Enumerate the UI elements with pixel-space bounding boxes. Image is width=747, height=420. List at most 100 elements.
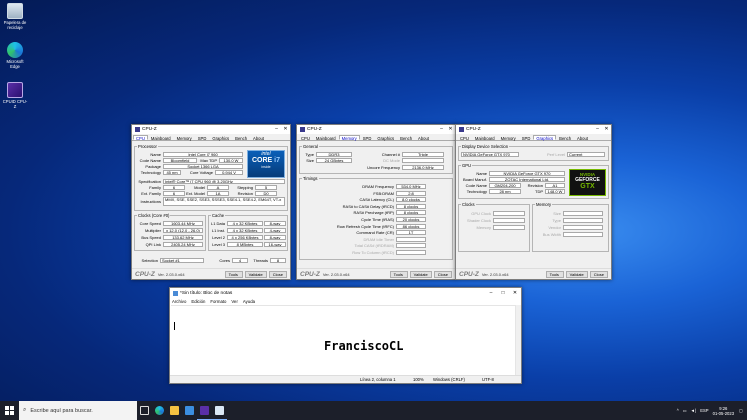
- tab-mainboard[interactable]: Mainboard: [472, 135, 498, 141]
- tools-dropdown[interactable]: Tools: [224, 270, 243, 278]
- tab-spd[interactable]: SPD: [519, 135, 534, 141]
- memory-group: Memory Size Type Vendor Bus Width: [532, 202, 609, 252]
- menu-ayuda[interactable]: Ayuda: [243, 299, 255, 304]
- label: Shader Clock: [466, 218, 491, 223]
- volume-icon[interactable]: ◄): [691, 408, 697, 413]
- cpuz-logo: CPU-Z: [459, 270, 479, 278]
- tab-graphics[interactable]: Graphics: [533, 135, 557, 141]
- minimize-button[interactable]: –: [272, 125, 281, 134]
- network-icon[interactable]: ▭: [683, 408, 687, 413]
- label: Uncore Frequency: [367, 165, 400, 170]
- task-view-button[interactable]: [137, 401, 152, 420]
- tray-chevron-icon[interactable]: ^: [677, 408, 679, 413]
- taskbar-edge[interactable]: [152, 401, 167, 420]
- validate-button[interactable]: Validate: [565, 270, 588, 278]
- language-indicator[interactable]: ESP: [700, 408, 708, 413]
- label: Specification: [138, 179, 161, 184]
- gpu-memory-size-value: [563, 211, 603, 216]
- tab-about[interactable]: About: [250, 135, 267, 141]
- tab-cpu[interactable]: CPU: [133, 135, 148, 141]
- timing-value: [396, 243, 426, 249]
- label: Technology: [140, 170, 161, 175]
- desktop-icon-recycle-bin[interactable]: Papelera de reciclaje: [2, 3, 28, 30]
- close-button[interactable]: Close: [433, 270, 452, 278]
- tab-memory[interactable]: Memory: [338, 135, 360, 141]
- cpuz-app-icon: [459, 127, 464, 132]
- cpuz-app-icon: [135, 127, 140, 132]
- label: QPI Link: [145, 242, 161, 247]
- notifications-icon[interactable]: ▢: [739, 408, 743, 413]
- tools-dropdown[interactable]: Tools: [545, 270, 564, 278]
- vertical-scrollbar[interactable]: [515, 305, 521, 375]
- label: Multiplier: [144, 228, 161, 233]
- tab-cpu[interactable]: CPU: [298, 135, 313, 141]
- validate-button[interactable]: Validate: [244, 270, 267, 278]
- tools-dropdown[interactable]: Tools: [389, 270, 408, 278]
- taskbar-cpuz[interactable]: [197, 401, 212, 420]
- tab-spd[interactable]: SPD: [195, 135, 210, 141]
- taskbar-explorer[interactable]: [167, 401, 182, 420]
- group-title: GPU: [461, 163, 473, 168]
- close-button[interactable]: ✕: [281, 125, 290, 134]
- taskbar-store[interactable]: [182, 401, 197, 420]
- footer: CPU-Z Ver. 2.03.0.x64 Tools Validate Clo…: [297, 268, 455, 279]
- gpu-technology-value: 28 nm: [489, 189, 521, 194]
- tab-mainboard[interactable]: Mainboard: [148, 135, 174, 141]
- timing-label: DRAM Frequency: [362, 184, 394, 189]
- desktop-icon-edge[interactable]: Microsoft Edge: [2, 42, 28, 69]
- tab-bar: CPU Mainboard Memory SPD Graphics Bench …: [456, 134, 611, 141]
- busspeed-value: 133.62 MHz: [163, 235, 203, 240]
- tab-cpu[interactable]: CPU: [457, 135, 472, 141]
- maximize-button[interactable]: □: [497, 289, 509, 298]
- close-button[interactable]: ✕: [509, 289, 521, 298]
- perf-level-select[interactable]: Current: [567, 152, 605, 157]
- tab-memory[interactable]: Memory: [174, 135, 195, 141]
- desktop-icon-cpuz[interactable]: CPUID CPU-Z: [2, 82, 28, 109]
- tab-mainboard[interactable]: Mainboard: [313, 135, 339, 141]
- tab-spd[interactable]: SPD: [360, 135, 375, 141]
- start-button[interactable]: [0, 401, 19, 420]
- notepad-window: *Sin título: Bloc de notas – □ ✕ Archivo…: [169, 287, 522, 384]
- label: Name: [476, 171, 487, 176]
- clock[interactable]: 9:26 01-05-2023: [713, 406, 734, 416]
- label: Technology: [466, 189, 487, 194]
- close-button[interactable]: Close: [268, 270, 287, 278]
- label: Cores: [219, 258, 230, 263]
- socket-select[interactable]: Socket #1: [160, 258, 204, 263]
- menu-formato[interactable]: Formato: [210, 299, 226, 304]
- memory-size-value: 24 GBytes: [316, 158, 352, 163]
- package-value: Socket 1366 LGA: [163, 164, 243, 169]
- tab-bench[interactable]: Bench: [232, 135, 250, 141]
- label: Core Speed: [139, 221, 161, 226]
- tab-graphics[interactable]: Graphics: [374, 135, 397, 141]
- text-editor[interactable]: FranciscoCL: [171, 305, 515, 375]
- close-button[interactable]: ✕: [602, 125, 611, 134]
- taskbar-search[interactable]: ⌕ Escribe aquí para buscar.: [19, 401, 137, 420]
- label: Code Name: [139, 158, 161, 163]
- display-device-select[interactable]: NVIDIA GeForce GTX 970: [461, 152, 519, 157]
- minimize-button[interactable]: –: [593, 125, 602, 134]
- menu-ver[interactable]: Ver: [231, 299, 237, 304]
- footer: CPU-Z Ver. 2.03.0.x64 Tools Validate Clo…: [132, 268, 290, 279]
- label: Level 3: [212, 242, 225, 247]
- tab-memory[interactable]: Memory: [498, 135, 519, 141]
- minimize-button[interactable]: –: [485, 289, 497, 298]
- taskbar-notepad[interactable]: [212, 401, 227, 420]
- timing-row: DRAM Frequency 534.0 MHz: [300, 184, 426, 189]
- menu-edicion[interactable]: Edición: [191, 299, 205, 304]
- tab-bench[interactable]: Bench: [397, 135, 415, 141]
- close-button[interactable]: Close: [589, 270, 608, 278]
- tab-bench[interactable]: Bench: [556, 135, 574, 141]
- group-title: Display Device Selection: [461, 144, 510, 149]
- menu-archivo[interactable]: Archivo: [172, 299, 186, 304]
- minimize-button[interactable]: –: [437, 125, 446, 134]
- window-title: *Sin título: Bloc de notas: [180, 290, 233, 296]
- validate-button[interactable]: Validate: [409, 270, 432, 278]
- tab-graphics[interactable]: Graphics: [209, 135, 232, 141]
- tab-about[interactable]: About: [574, 135, 591, 141]
- clocks-group: Clocks (Core #0) Core Speed 1603.44 MHz M…: [134, 213, 206, 251]
- close-button[interactable]: ✕: [446, 125, 455, 134]
- tab-about[interactable]: About: [415, 135, 432, 141]
- label: Board Manuf.: [462, 177, 487, 182]
- version-label: Ver. 2.03.0.x64: [481, 271, 509, 277]
